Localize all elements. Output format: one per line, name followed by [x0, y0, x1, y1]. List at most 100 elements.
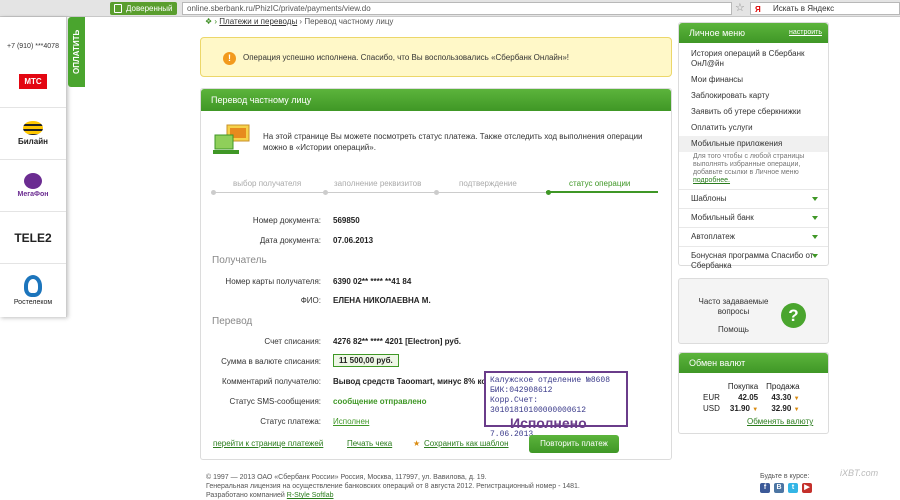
breadcrumb-payments-link[interactable]: Платежи и переводы — [219, 17, 297, 26]
operator-megafon[interactable]: МегаФон — [0, 160, 66, 212]
card-number-label: Номер карты получателя: — [225, 277, 321, 286]
doc-date-value: 07.06.2013 — [333, 236, 374, 245]
faq-help[interactable]: Помощь — [691, 325, 776, 334]
faq-question[interactable]: Часто задаваемые вопросы — [691, 297, 776, 317]
rate-up-icon: ▼ — [793, 396, 800, 402]
social-label: Будьте в курсе: — [760, 473, 810, 480]
secure-badge[interactable]: Доверенный — [110, 2, 177, 15]
watermark: iXBT.com — [840, 468, 879, 478]
progress-steps: выбор получателя заполнение реквизитов п… — [211, 179, 661, 195]
save-template-link[interactable]: Сохранить как шаблон — [424, 439, 509, 448]
vkontakte-icon[interactable]: В — [774, 483, 784, 493]
sms-status-label: Статус SMS-сообщения: — [229, 397, 321, 406]
account-value: 4276 82** **** 4201 [Electron] руб. — [333, 337, 462, 346]
menu-pay-services[interactable]: Оплатить услуги — [679, 120, 828, 136]
bookmark-star-icon[interactable]: ☆ — [735, 1, 745, 14]
chevron-down-icon — [812, 235, 818, 239]
yandex-logo: Я — [755, 5, 761, 14]
stamp-corr-account: Корр.Счет: 30101810100000000612 — [490, 396, 587, 415]
accordion-autopayment[interactable]: Автоплатеж — [679, 227, 828, 246]
operator-beeline[interactable]: Билайн — [0, 108, 66, 160]
chevron-down-icon — [812, 254, 818, 258]
exchange-table: Покупка Продажа EUR 42.05 43.30 ▼ USD 31.90 … — [699, 381, 804, 414]
computer-icon — [213, 124, 250, 154]
back-to-payments-link[interactable]: перейти к странице платежей — [213, 439, 323, 448]
bank-stamp: Калужское отделение №8608 БИК:042908612 … — [484, 371, 628, 439]
home-icon[interactable]: ❖ › — [205, 17, 217, 26]
rate-down-icon: ▼ — [793, 407, 800, 413]
operator-tele2[interactable]: TELE2 — [0, 212, 66, 264]
chevron-down-icon — [812, 197, 818, 201]
footer-dev-prefix: Разработано компанией — [206, 492, 285, 499]
stamp-bik: БИК:042908612 — [490, 386, 553, 395]
chevron-down-icon — [812, 216, 818, 220]
fio-value: ЕЛЕНА НИКОЛАЕВНА М. — [333, 296, 431, 305]
twitter-icon[interactable]: t — [788, 483, 798, 493]
browser-toolbar: Доверенный online.sberbank.ru/PhizIC/pri… — [0, 0, 900, 17]
card-number-value: 6390 02** **** **41 84 — [333, 277, 412, 286]
step-2: заполнение реквизитов — [334, 179, 422, 188]
info-icon: ! — [223, 52, 236, 65]
pay-tab[interactable]: ОПЛАТИТЬ — [68, 17, 85, 87]
doc-number-label: Номер документа: — [252, 216, 321, 225]
payment-status-label: Статус платежа: — [260, 417, 321, 426]
buy-header: Покупка — [727, 382, 759, 391]
step-1: выбор получателя — [233, 179, 302, 188]
menu-hint-link[interactable]: подробнее. — [693, 177, 730, 184]
youtube-icon[interactable]: ▶ — [802, 483, 812, 493]
accordion-mobile-bank[interactable]: Мобильный банк — [679, 208, 828, 227]
phone-number: +7 (910) ***4078 — [7, 43, 59, 50]
megafon-logo-icon — [24, 173, 42, 189]
recipient-section: Получатель — [212, 255, 267, 266]
facebook-icon[interactable]: f — [760, 483, 770, 493]
mobile-pay-panel: +7 (910) ***4078 МТС Билайн МегаФон TELE… — [0, 17, 67, 317]
success-message: Операция успешно исполнена. Спасибо, что… — [243, 53, 569, 62]
secure-label: Доверенный — [126, 4, 173, 13]
breadcrumb-current: Перевод частному лицу — [304, 17, 394, 26]
breadcrumb: ❖ › Платежи и переводы › Перевод частном… — [205, 17, 393, 26]
exchange-link[interactable]: Обменять валюту — [747, 417, 813, 426]
help-question-icon[interactable]: ? — [781, 303, 806, 328]
personal-menu-settings[interactable]: настроить — [789, 23, 822, 43]
accordion-bonus[interactable]: Бонусная программа Спасибо от Сбербанка — [679, 246, 828, 275]
exchange-row: EUR 42.05 43.30 ▼ — [703, 393, 800, 402]
personal-menu: Личное меню настроить История операций в … — [678, 22, 829, 270]
lock-icon — [114, 4, 122, 13]
payment-status-value[interactable]: Исполнен — [333, 417, 369, 426]
success-message-box: ! Операция успешно исполнена. Спасибо, ч… — [200, 37, 672, 77]
exchange-row: USD 31.90 ▼ 32.90 ▼ — [703, 404, 800, 413]
developer-link[interactable]: R-Style Softlab — [287, 492, 334, 499]
accordion-templates[interactable]: Шаблоны — [679, 189, 828, 208]
menu-mobile-apps[interactable]: Мобильные приложения — [679, 136, 828, 152]
menu-lost-passbook[interactable]: Заявить об утере сберкнижки — [679, 104, 828, 120]
repeat-payment-button[interactable]: Повторить платеж — [529, 435, 619, 453]
comment-label: Комментарий получателю: — [222, 377, 321, 386]
step-4-active: статус операции — [569, 179, 631, 188]
transfer-card: Перевод частному лицу На этой странице В… — [200, 88, 672, 460]
menu-block-card[interactable]: Заблокировать карту — [679, 88, 828, 104]
operator-rostelecom[interactable]: Ростелеком — [0, 264, 66, 316]
doc-number-value: 569850 — [333, 216, 360, 225]
footer: © 1997 — 2013 ОАО «Сбербанк России» Росс… — [206, 473, 580, 500]
transfer-section: Перевод — [212, 316, 253, 327]
menu-finances[interactable]: Мои финансы — [679, 72, 828, 88]
operator-mts[interactable]: МТС — [0, 56, 66, 108]
step-3: подтверждение — [459, 179, 517, 188]
intro-text: На этой странице Вы можете посмотреть ст… — [263, 132, 643, 152]
sell-header: Продажа — [766, 382, 800, 391]
menu-history[interactable]: История операций в Сбербанк ОнЛ@йн — [679, 46, 828, 72]
comment-value: Вывод средств Taoomart, минус 8% ко — [333, 377, 487, 386]
exchange-block: Обмен валют Покупка Продажа EUR 42.05 43.30… — [678, 352, 829, 434]
faq-block[interactable]: Часто задаваемые вопросы Помощь ? — [678, 278, 829, 344]
search-placeholder: Искать в Яндекс — [773, 4, 835, 13]
footer-license: Генеральная лицензия на осуществление ба… — [206, 483, 580, 490]
sum-value: 11 500,00 руб. — [333, 354, 399, 367]
print-receipt-link[interactable]: Печать чека — [347, 439, 392, 448]
personal-menu-title: Личное меню — [689, 28, 746, 38]
save-template-icon: ★ — [413, 439, 421, 448]
menu-hint: Для того чтобы с любой страницы выполнят… — [693, 153, 805, 184]
rostelecom-logo-icon — [24, 274, 42, 297]
rate-down-icon: ▼ — [752, 407, 759, 413]
address-bar[interactable]: online.sberbank.ru/PhizIC/private/paymen… — [182, 2, 732, 15]
search-input[interactable]: Я Искать в Яндекс — [750, 2, 900, 15]
